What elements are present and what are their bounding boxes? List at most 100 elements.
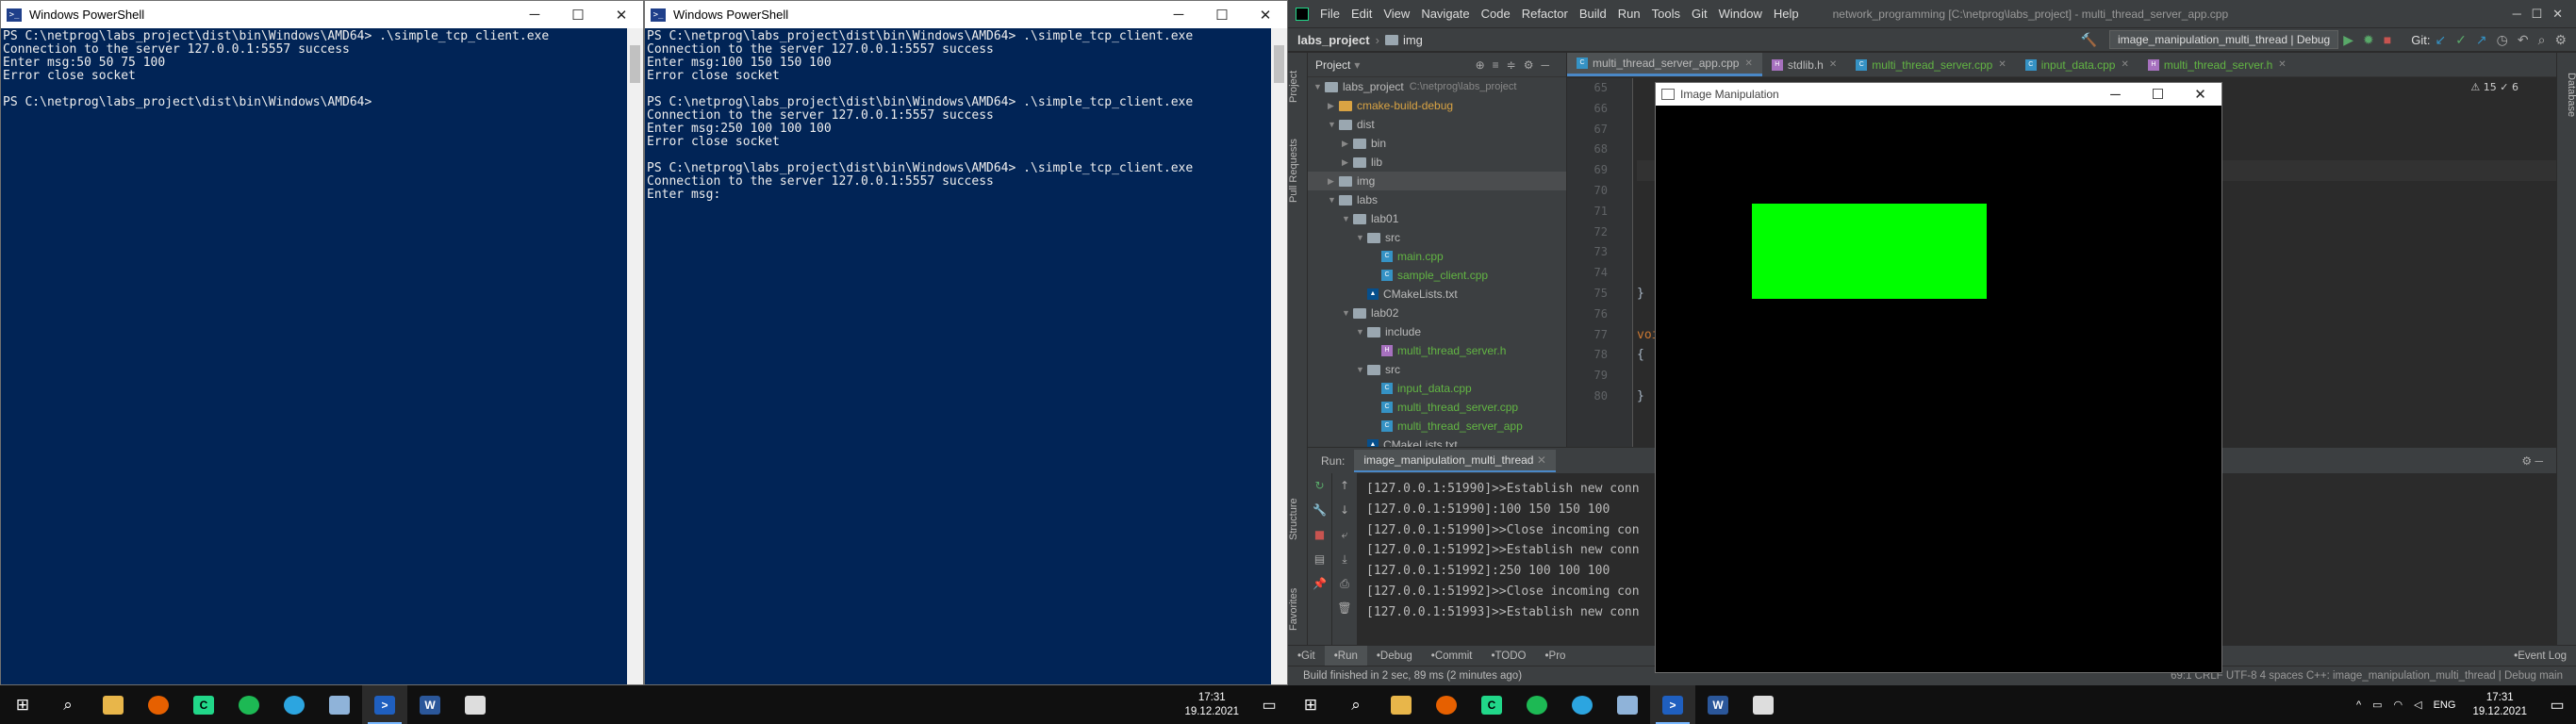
- powershell-window-2[interactable]: >_ Windows PowerShell ─ ☐ ✕ PS C:\netpro…: [644, 0, 1288, 685]
- git-update-icon[interactable]: ↙: [2435, 32, 2446, 48]
- tab-database[interactable]: Database: [2557, 62, 2576, 128]
- tab-favorites[interactable]: Favorites: [1288, 576, 1308, 642]
- tray-overflow-icon[interactable]: ^: [2351, 699, 2367, 711]
- menu-item-code[interactable]: Code: [1476, 7, 1516, 21]
- chevron-down-icon[interactable]: ▼: [1328, 120, 1339, 129]
- close-icon[interactable]: ✕: [1537, 453, 1546, 467]
- rollback-icon[interactable]: ↶: [2518, 32, 2529, 48]
- tree-item[interactable]: ▼ lab02: [1308, 304, 1566, 322]
- tree-item[interactable]: Cinput_data.cpp: [1308, 379, 1566, 398]
- powershell-taskbar-icon[interactable]: >: [1650, 685, 1695, 724]
- word-icon[interactable]: W: [407, 685, 453, 724]
- chevron-down-icon[interactable]: ▼: [1342, 214, 1353, 223]
- firefox-icon[interactable]: [1424, 685, 1469, 724]
- chevron-right-icon[interactable]: ▶: [1342, 157, 1353, 168]
- close-icon[interactable]: ✕: [2278, 59, 2286, 70]
- close-icon[interactable]: ✕: [600, 1, 643, 28]
- tab-project[interactable]: Project: [1288, 58, 1308, 115]
- run-tab[interactable]: image_manipulation_multi_thread ✕: [1354, 449, 1556, 472]
- notes-icon[interactable]: [1605, 685, 1650, 724]
- run-configuration-select[interactable]: image_manipulation_multi_thread | Debug: [2108, 30, 2339, 49]
- tree-item[interactable]: Cmain.cpp: [1308, 247, 1566, 266]
- menu-item-edit[interactable]: Edit: [1346, 7, 1378, 21]
- editor-tab[interactable]: Cinput_data.cpp ✕: [2016, 53, 2138, 76]
- stop-icon[interactable]: ■: [2384, 32, 2391, 47]
- word-icon[interactable]: W: [1695, 685, 1741, 724]
- tree-item[interactable]: ▼ labs_project C:\netprog\labs_project: [1308, 77, 1566, 96]
- chevron-right-icon[interactable]: ▶: [1328, 176, 1339, 187]
- chevron-down-icon[interactable]: ▼: [1356, 365, 1367, 374]
- telegram-icon[interactable]: [1560, 685, 1605, 724]
- notes-icon[interactable]: [317, 685, 362, 724]
- powershell-1-titlebar[interactable]: >_ Windows PowerShell ─ ☐ ✕: [1, 1, 643, 28]
- minimize-icon[interactable]: ─: [513, 1, 556, 28]
- battery-icon[interactable]: ▭: [2367, 699, 2387, 711]
- taskbar-clock[interactable]: 17:31 19.12.2021: [1173, 691, 1250, 719]
- editor-tab[interactable]: Hmulti_thread_server.h ✕: [2138, 53, 2296, 76]
- menu-item-build[interactable]: Build: [1574, 7, 1612, 21]
- wifi-icon[interactable]: ◠: [2388, 699, 2409, 711]
- scroll-end-icon[interactable]: ⤓: [1332, 547, 1357, 571]
- chevron-down-icon[interactable]: ▼: [1356, 327, 1367, 337]
- editor-tab[interactable]: Hstdlib.h ✕: [1762, 53, 1846, 76]
- powershell-2-scrollbar[interactable]: [1271, 28, 1287, 684]
- powershell-taskbar-icon[interactable]: >: [362, 685, 407, 724]
- run-icon[interactable]: ▶: [2343, 32, 2353, 48]
- bottom-tab-todo[interactable]: • TODO: [1481, 646, 1535, 666]
- tree-item[interactable]: ▲ CMakeLists.txt: [1308, 285, 1566, 304]
- tree-item[interactable]: Hmulti_thread_server.h: [1308, 341, 1566, 360]
- status-message[interactable]: Build finished in 2 sec, 89 ms (2 minute…: [1303, 670, 1522, 682]
- editor-tab[interactable]: Cmulti_thread_server.cpp ✕: [1846, 53, 2015, 76]
- close-icon[interactable]: ✕: [2121, 59, 2128, 70]
- tree-item[interactable]: ▼ src: [1308, 360, 1566, 379]
- print-icon[interactable]: ⎙: [1332, 571, 1357, 596]
- volume-icon[interactable]: ◁: [2408, 699, 2427, 711]
- tree-item[interactable]: ▼ include: [1308, 322, 1566, 341]
- tree-item[interactable]: ▼ dist: [1308, 115, 1566, 134]
- maximize-icon[interactable]: ☐: [556, 1, 600, 28]
- pin-icon[interactable]: 📌: [1308, 571, 1331, 596]
- tree-item[interactable]: Csample_client.cpp: [1308, 266, 1566, 285]
- menu-item-help[interactable]: Help: [1768, 7, 1805, 21]
- maximize-icon[interactable]: ☐: [1200, 1, 1244, 28]
- chevron-down-icon[interactable]: ▾: [1354, 58, 1360, 72]
- clion-icon[interactable]: C: [181, 685, 226, 724]
- tab-pull-requests[interactable]: Pull Requests: [1288, 128, 1308, 213]
- tree-item[interactable]: Cmulti_thread_server_app: [1308, 417, 1566, 436]
- file-explorer-icon[interactable]: [1379, 685, 1424, 724]
- breadcrumb-root[interactable]: labs_project: [1288, 33, 1370, 47]
- powershell-2-titlebar[interactable]: >_ Windows PowerShell ─ ☐ ✕: [645, 1, 1287, 28]
- image-manipulation-window[interactable]: Image Manipulation ─ ☐ ✕: [1655, 82, 2222, 673]
- close-icon[interactable]: ✕: [1998, 59, 2006, 70]
- powershell-1-console[interactable]: PS C:\netprog\labs_project\dist\bin\Wind…: [1, 28, 643, 111]
- close-icon[interactable]: ✕: [1744, 58, 1752, 69]
- settings-icon[interactable]: ⚙: [2554, 32, 2567, 48]
- tree-item[interactable]: ▼ lab01: [1308, 209, 1566, 228]
- bottom-tab-debug[interactable]: • Debug: [1367, 646, 1422, 666]
- trash-icon[interactable]: 🗑: [1332, 596, 1357, 620]
- search-icon[interactable]: ⌕: [1333, 685, 1379, 724]
- history-icon[interactable]: ◷: [2497, 32, 2508, 48]
- build-icon[interactable]: 🔨: [2081, 32, 2097, 48]
- powershell-2-console[interactable]: PS C:\netprog\labs_project\dist\bin\Wind…: [645, 28, 1287, 204]
- file-explorer-icon[interactable]: [91, 685, 136, 724]
- tree-item[interactable]: Cmulti_thread_server.cpp: [1308, 398, 1566, 417]
- soft-wrap-icon[interactable]: ⤶: [1332, 522, 1357, 547]
- spotify-icon[interactable]: [226, 685, 272, 724]
- debug-icon[interactable]: ✹: [2363, 32, 2374, 48]
- tree-item[interactable]: ▼ src: [1308, 228, 1566, 247]
- tree-item[interactable]: ▶ bin: [1308, 134, 1566, 153]
- app-window-icon[interactable]: [1741, 685, 1786, 724]
- image-window-titlebar[interactable]: Image Manipulation ─ ☐ ✕: [1656, 83, 2221, 106]
- minimize-icon[interactable]: ─: [1157, 1, 1200, 28]
- git-push-icon[interactable]: ↗: [2476, 32, 2487, 48]
- rerun-icon[interactable]: ↻: [1308, 473, 1331, 498]
- clion-icon[interactable]: C: [1469, 685, 1514, 724]
- layout-icon[interactable]: ▤: [1308, 547, 1331, 571]
- inspection-widget[interactable]: ⚠ 15 ✓ 6: [2470, 81, 2518, 93]
- menu-item-tools[interactable]: Tools: [1646, 7, 1686, 21]
- wrench-icon[interactable]: 🔧: [1308, 498, 1331, 522]
- language-indicator[interactable]: ENG: [2428, 699, 2462, 711]
- scroll-down-icon[interactable]: ↓: [1332, 498, 1357, 522]
- telegram-icon[interactable]: [272, 685, 317, 724]
